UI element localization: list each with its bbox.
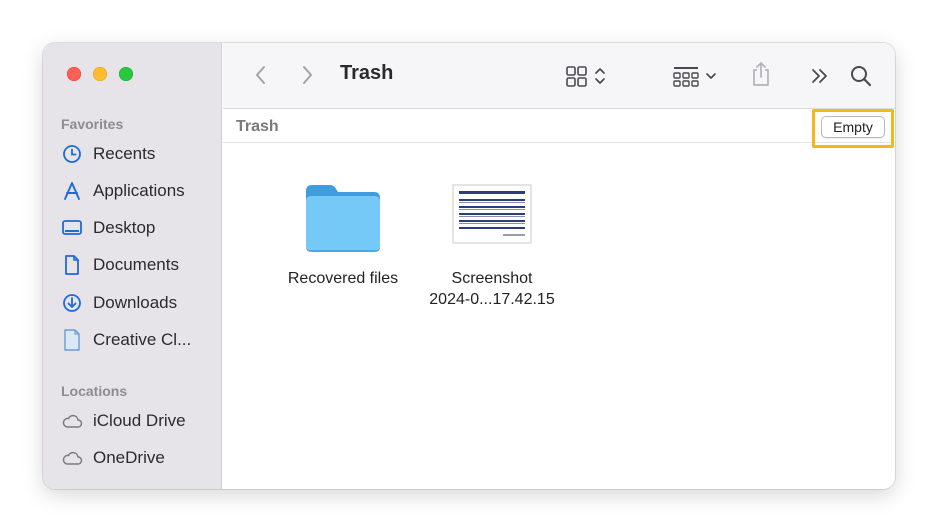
file-icon xyxy=(61,329,83,351)
sidebar-item-downloads[interactable]: Downloads xyxy=(61,289,216,317)
window-title: Trash xyxy=(340,62,394,84)
sidebar-item-desktop[interactable]: Desktop xyxy=(61,214,216,242)
desktop-icon xyxy=(61,217,83,239)
sidebar-item-label: Recents xyxy=(93,144,156,163)
group-grid-icon xyxy=(673,67,716,87)
sidebar-item-documents[interactable]: Documents xyxy=(61,251,216,279)
finder-window: Favorites Recents Applications Desktop D… xyxy=(43,43,895,489)
applications-icon xyxy=(61,180,83,202)
sidebar-item-icloud-drive[interactable]: iCloud Drive xyxy=(61,407,216,435)
favorites-section-title: Favorites xyxy=(61,116,124,132)
file-item-screenshot[interactable]: Screenshot 2024-0...17.42.15 xyxy=(417,183,567,310)
zoom-window-button[interactable] xyxy=(119,67,133,81)
file-item-recovered-files[interactable]: Recovered files xyxy=(268,181,418,289)
path-bar-title: Trash xyxy=(236,118,279,135)
empty-trash-button[interactable]: Empty xyxy=(821,116,885,138)
cloud-icon xyxy=(61,410,83,432)
sidebar-item-label: Documents xyxy=(93,255,179,274)
file-name-line-2: 2024-0...17.42.15 xyxy=(429,291,555,308)
download-icon xyxy=(61,292,83,314)
close-window-button[interactable] xyxy=(67,67,81,81)
document-icon xyxy=(61,254,83,276)
minimize-window-button[interactable] xyxy=(93,67,107,81)
sidebar-item-label: Desktop xyxy=(93,218,156,237)
sidebar-item-label: Applications xyxy=(93,181,185,200)
path-bar: Trash Empty xyxy=(223,109,895,148)
search-icon xyxy=(851,66,872,87)
sidebar-item-applications[interactable]: Applications xyxy=(61,177,216,205)
group-by-button[interactable] xyxy=(671,63,723,89)
sidebar-item-label: Downloads xyxy=(93,293,178,312)
main-pane: Trash Trash Empty Recovered files Screen… xyxy=(223,43,895,489)
file-name: Recovered files xyxy=(287,270,399,287)
clock-icon xyxy=(61,143,83,165)
chevron-double-right-icon xyxy=(812,69,827,83)
sidebar: Favorites Recents Applications Desktop D… xyxy=(43,43,222,489)
sidebar-item-label: Creative Cl... xyxy=(93,330,192,349)
sidebar-item-label: iCloud Drive xyxy=(93,411,186,430)
view-mode-button[interactable] xyxy=(563,63,615,89)
icon-grid-icon xyxy=(566,66,605,87)
sidebar-item-label: OneDrive xyxy=(93,448,165,467)
sidebar-item-recents[interactable]: Recents xyxy=(61,140,216,168)
cloud-icon xyxy=(61,447,83,469)
toolbar: Trash xyxy=(223,43,895,109)
search-button[interactable] xyxy=(847,62,875,90)
folder-icon xyxy=(306,185,380,252)
sidebar-item-creative-cloud[interactable]: Creative Cl... xyxy=(61,326,216,354)
locations-section-title: Locations xyxy=(61,383,128,399)
sidebar-item-onedrive[interactable]: OneDrive xyxy=(61,444,216,472)
file-name: Screenshot xyxy=(451,270,533,287)
chevron-left-icon xyxy=(256,66,265,84)
more-toolbar-button[interactable] xyxy=(807,63,833,89)
share-icon xyxy=(753,62,769,86)
share-button[interactable] xyxy=(748,59,774,89)
forward-button[interactable] xyxy=(295,62,319,88)
chevron-right-icon xyxy=(303,66,312,84)
image-thumbnail-icon xyxy=(452,184,532,244)
back-button[interactable] xyxy=(249,62,273,88)
